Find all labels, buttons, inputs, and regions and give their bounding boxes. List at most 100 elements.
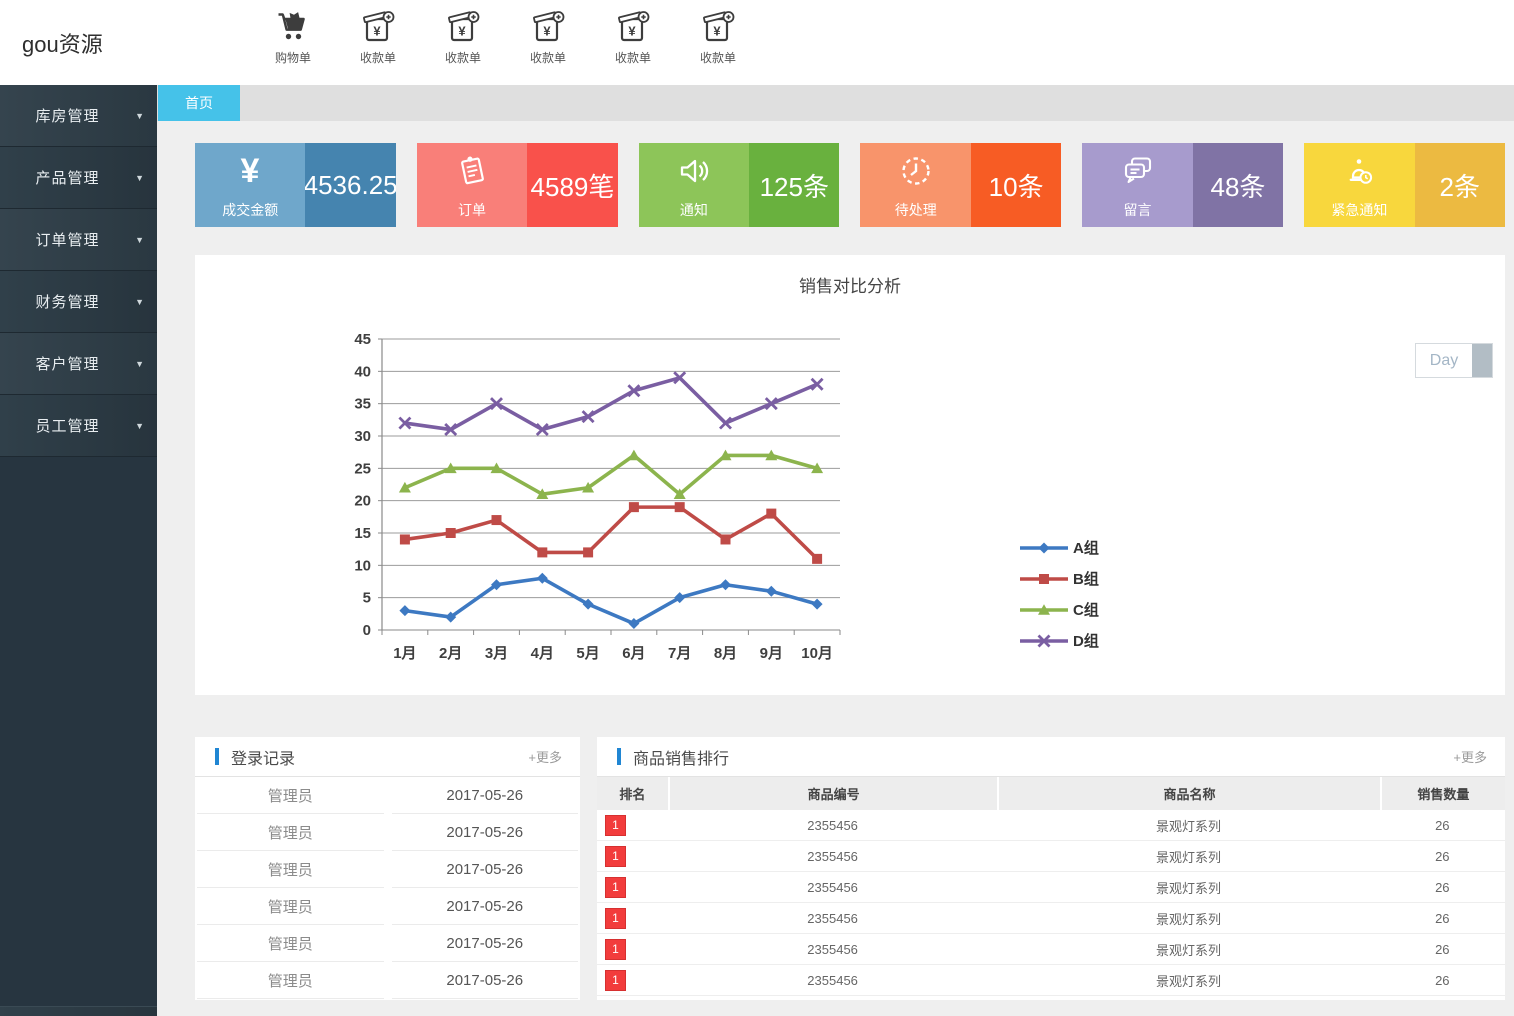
legend-item-C组: C组	[1020, 601, 1099, 619]
svg-text:1月: 1月	[393, 645, 416, 662]
stat-card-left: 通知	[638, 143, 750, 227]
legend-item-B组: B组	[1020, 570, 1099, 588]
series-A组	[399, 572, 823, 630]
login-row: 管理员 2017-05-26	[195, 962, 580, 999]
sidebar-item-label: 产品管理	[35, 170, 100, 187]
rank-cell: 1	[597, 965, 668, 995]
svg-text:0: 0	[363, 622, 371, 639]
rank-cell: 1	[597, 872, 668, 902]
sidebar-item[interactable]: 员工管理 ▼	[0, 395, 157, 457]
rank-badge: 1	[605, 938, 626, 960]
stat-card-label: 紧急通知	[1331, 202, 1388, 218]
series-C组	[398, 449, 824, 499]
sales-qty: 26	[1435, 941, 1450, 957]
yen-icon: ¥	[230, 151, 270, 191]
sidebar-item[interactable]: 订单管理 ▼	[0, 209, 157, 271]
main-content: ¥ 成交金额 4536.25 订单 4589笔 通知 125条 待处理 10条 …	[195, 143, 1505, 1000]
sales-row: 1 2355456 景观灯系列 26	[597, 934, 1505, 965]
chevron-down-icon: ▼	[135, 296, 144, 307]
login-row: 管理员 2017-05-26	[195, 888, 580, 925]
svg-text:¥: ¥	[458, 24, 466, 39]
product-code: 2355456	[807, 910, 858, 926]
header-action-label: 购物单	[274, 51, 311, 65]
sales-panel-title: 商品销售排行	[633, 750, 730, 768]
stat-card-value: 10条	[970, 143, 1062, 227]
header-action[interactable]: ¥ 收款单	[513, 9, 583, 66]
header-action-label: 收款单	[614, 51, 651, 65]
sidebar-item[interactable]: 财务管理 ▼	[0, 271, 157, 333]
stat-card-value: 2条	[1414, 143, 1505, 227]
header-action-label: 收款单	[529, 51, 566, 65]
receipt-add-icon: ¥	[360, 9, 396, 45]
svg-text:15: 15	[354, 525, 371, 542]
svg-text:¥: ¥	[713, 24, 721, 39]
product-code: 2355456	[807, 941, 858, 957]
sales-qty: 26	[1435, 848, 1450, 864]
stat-cards: ¥ 成交金额 4536.25 订单 4589笔 通知 125条 待处理 10条 …	[195, 143, 1505, 227]
svg-text:3月: 3月	[485, 645, 508, 662]
chevron-down-icon: ▼	[135, 172, 144, 183]
sales-column-header: 商品编号	[667, 777, 998, 810]
header-action-label: 收款单	[359, 51, 396, 65]
chevron-down-icon: ▼	[135, 420, 144, 431]
svg-text:40: 40	[354, 363, 371, 380]
stat-card: ¥ 成交金额 4536.25	[195, 143, 396, 227]
rank-cell: 1	[597, 841, 668, 871]
stat-card-label: 订单	[458, 202, 487, 218]
svg-text:10: 10	[354, 557, 371, 574]
chart-title: 销售对比分析	[799, 277, 901, 296]
product-name: 景观灯系列	[1156, 942, 1222, 958]
sidebar-item[interactable]: 库房管理 ▼	[0, 85, 157, 147]
rank-cell: 1	[597, 903, 668, 933]
tab-home[interactable]: 首页	[158, 85, 240, 121]
day-select[interactable]: Day	[1415, 343, 1493, 378]
clock-icon	[896, 151, 936, 191]
login-records-panel: 登录记录 +更多 管理员 2017-05-26 管理员 2017-05-26 管…	[195, 737, 580, 1000]
header-action[interactable]: ¥ 收款单	[683, 9, 753, 66]
chart-x-labels: 1月 2月 3月 4月 5月 6月 7月 8月 9月 10月	[393, 645, 833, 662]
product-name: 景观灯系列	[1156, 911, 1222, 927]
stat-card-left: 待处理	[860, 143, 971, 227]
stat-card-label: 通知	[679, 202, 708, 218]
chart-panel: 销售对比分析 Day 0 5 10 15 20 25 30 35 40 45 1月 2月 3月 4月 5月 6…	[195, 255, 1505, 695]
sales-column-header: 销售数量	[1379, 777, 1505, 810]
rank-badge: 1	[605, 907, 626, 929]
login-more-link[interactable]: +更多	[528, 747, 562, 766]
product-name: 景观灯系列	[1156, 849, 1222, 865]
stat-card-label: 待处理	[894, 202, 937, 218]
login-date: 2017-05-26	[391, 962, 578, 999]
svg-text:35: 35	[354, 396, 371, 413]
sales-column-header: 商品名称	[997, 777, 1379, 810]
header-action[interactable]: ¥ 收款单	[598, 9, 668, 66]
stat-card-left: 紧急通知	[1304, 143, 1415, 227]
sales-comparison-chart: 0 5 10 15 20 25 30 35 40 45 1月 2月 3月 4月 5月 6月 7月 8月 9月 10月 A…	[354, 331, 1099, 662]
speaker-icon	[674, 151, 714, 191]
sales-table-header: 排名 商品编号 商品名称 销售数量	[597, 777, 1505, 810]
header-action[interactable]: ¥ 收款单	[428, 9, 498, 66]
sales-row: 1 2355456 景观灯系列 26	[597, 903, 1505, 934]
svg-text:6月: 6月	[622, 645, 645, 662]
chart-grid: 0 5 10 15 20 25 30 35 40 45	[354, 331, 841, 639]
login-date: 2017-05-26	[391, 851, 578, 888]
sidebar-item[interactable]: 产品管理 ▼	[0, 147, 157, 209]
login-date: 2017-05-26	[391, 814, 578, 851]
login-row: 管理员 2017-05-26	[195, 777, 580, 814]
sales-row: 1 2355456 景观灯系列 26	[597, 810, 1505, 841]
sales-row: 1 2355456 景观灯系列 26	[597, 965, 1505, 996]
header-action[interactable]: 购物单	[258, 9, 328, 66]
bottom-panels: 登录记录 +更多 管理员 2017-05-26 管理员 2017-05-26 管…	[195, 737, 1505, 1000]
login-date: 2017-05-26	[391, 888, 578, 925]
rank-badge: 1	[605, 814, 626, 836]
rank-badge: 1	[605, 845, 626, 867]
sales-panel-header: 商品销售排行 +更多	[597, 737, 1505, 777]
header-action[interactable]: ¥ 收款单	[343, 9, 413, 66]
sales-more-link[interactable]: +更多	[1453, 747, 1487, 766]
sidebar-item-label: 库房管理	[35, 108, 100, 125]
receipt-add-icon: ¥	[445, 9, 481, 45]
alarm-clock-icon	[1339, 151, 1379, 191]
product-code: 2355456	[807, 848, 858, 864]
login-user: 管理员	[197, 814, 384, 851]
app-header: gou资源 购物单 ¥ 收款单 ¥ 收款单 ¥ 收款单 ¥ 收款单 ¥ 收款单	[0, 0, 1514, 85]
stat-card-left: 订单	[416, 143, 528, 227]
sidebar-item[interactable]: 客户管理 ▼	[0, 333, 157, 395]
